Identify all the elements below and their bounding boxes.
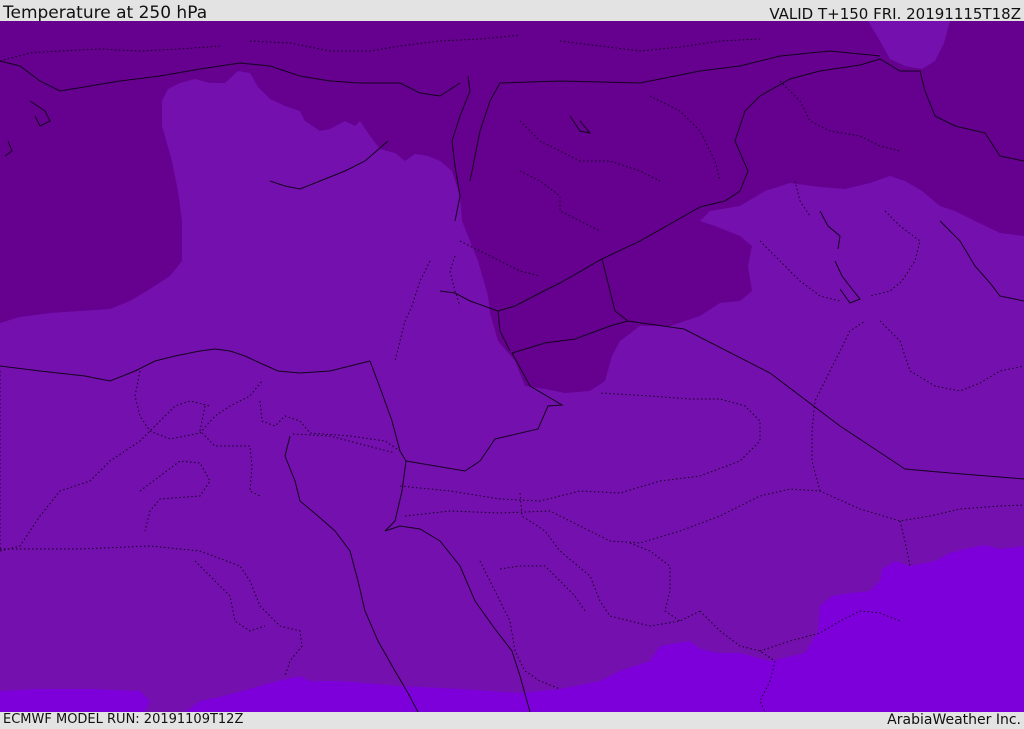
- temperature-band-warm-sw: [0, 689, 150, 712]
- map-title: Temperature at 250 hPa: [3, 3, 208, 23]
- forecast-map: [0, 21, 1024, 712]
- model-run-label: ECMWF MODEL RUN: 20191109T12Z: [3, 712, 244, 727]
- footer-bar: ECMWF MODEL RUN: 20191109T12Z ArabiaWeat…: [0, 712, 1024, 729]
- header-bar: Temperature at 250 hPa VALID T+150 FRI. …: [0, 0, 1024, 23]
- credit-label: ArabiaWeather Inc.: [887, 712, 1021, 728]
